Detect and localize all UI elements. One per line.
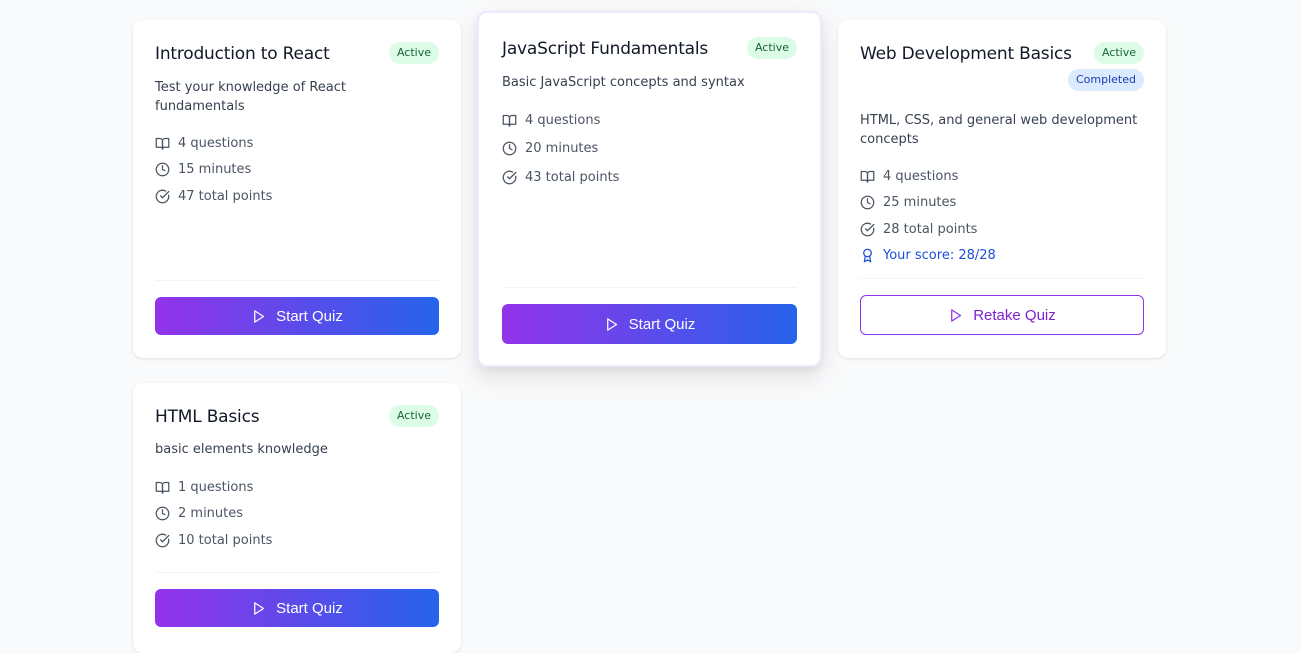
quiz-question-count-text: 4 questions xyxy=(178,135,254,151)
quiz-description: Test your knowledge of React fundamental… xyxy=(155,80,347,114)
quiz-card-footer: Start Quiz xyxy=(155,280,439,335)
quiz-card: JavaScript Fundamentals Active Basic Jav… xyxy=(477,11,822,367)
quiz-card-footer: Start Quiz xyxy=(155,572,439,627)
status-badge: Active xyxy=(388,42,439,64)
quiz-points-text: 10 total points xyxy=(178,532,273,548)
check-circle-icon xyxy=(155,533,170,548)
quiz-description: HTML, CSS, and general web development c… xyxy=(860,113,1138,147)
quiz-badges: Active Completed xyxy=(1068,42,1144,91)
quiz-question-count-text: 1 questions xyxy=(178,479,254,495)
start-quiz-label: Start Quiz xyxy=(276,307,343,325)
quiz-description: Basic JavaScript concepts and syntax xyxy=(502,75,745,90)
check-circle-icon xyxy=(502,170,517,185)
quiz-card-header: Introduction to React Active xyxy=(155,42,439,66)
quiz-badges: Active xyxy=(388,405,439,427)
clock-icon xyxy=(155,162,170,177)
quiz-badges: Active xyxy=(388,42,439,64)
award-icon xyxy=(863,248,872,263)
quiz-duration: 25 minutes xyxy=(860,190,1144,217)
quiz-card: Web Development Basics Active Completed … xyxy=(838,20,1166,358)
quiz-meta-list: 4 questions 25 minutes 28 total points Y… xyxy=(860,163,1144,269)
play-icon xyxy=(254,309,265,323)
quiz-question-count: 4 questions xyxy=(502,106,797,135)
quiz-duration: 2 minutes xyxy=(155,501,439,528)
quiz-card: HTML Basics Active basic elements knowle… xyxy=(133,383,461,653)
quiz-duration-text: 25 minutes xyxy=(883,195,957,211)
quiz-card: Introduction to React Active Test your k… xyxy=(133,20,461,358)
quiz-question-count: 1 questions xyxy=(155,474,439,501)
quiz-points: 47 total points xyxy=(155,183,439,210)
start-quiz-button[interactable]: Start Quiz xyxy=(502,304,797,344)
book-open-icon xyxy=(155,481,170,494)
quiz-meta-list: 1 questions 2 minutes 10 total points xyxy=(155,474,439,554)
quiz-question-count-text: 4 questions xyxy=(883,168,959,184)
check-circle-icon xyxy=(155,189,170,204)
retake-quiz-label: Retake Quiz xyxy=(973,306,1056,324)
quiz-duration: 15 minutes xyxy=(155,157,439,184)
start-quiz-label: Start Quiz xyxy=(628,315,696,333)
quiz-duration: 20 minutes xyxy=(502,135,797,164)
start-quiz-button[interactable]: Start Quiz xyxy=(155,589,439,627)
quiz-question-count: 4 questions xyxy=(155,130,439,157)
quiz-points: 43 total points xyxy=(502,163,797,192)
clock-icon xyxy=(502,141,517,156)
status-badge: Active xyxy=(1093,42,1144,64)
clock-icon xyxy=(155,506,170,521)
quiz-card-header: Web Development Basics Active Completed xyxy=(860,42,1144,112)
quiz-card-header: JavaScript Fundamentals Active xyxy=(502,37,797,61)
quiz-points-text: 43 total points xyxy=(525,169,620,185)
retake-quiz-button[interactable]: Retake Quiz xyxy=(860,295,1144,335)
quiz-badges: Active xyxy=(746,37,797,59)
quiz-points-text: 47 total points xyxy=(178,188,273,204)
quiz-meta-list: 4 questions 20 minutes 43 total points xyxy=(502,106,797,192)
quiz-score: Your score: 28/28 xyxy=(860,243,1144,270)
quiz-card-header: HTML Basics Active xyxy=(155,405,439,429)
book-open-icon xyxy=(155,137,170,150)
quiz-question-count: 4 questions xyxy=(860,163,1144,190)
quiz-meta-list: 4 questions 15 minutes 47 total points xyxy=(155,130,439,210)
quiz-points-text: 28 total points xyxy=(883,221,978,237)
clock-icon xyxy=(860,195,875,210)
completed-badge: Completed xyxy=(1068,69,1144,91)
quiz-duration-text: 2 minutes xyxy=(178,506,244,522)
quiz-question-count-text: 4 questions xyxy=(525,112,601,128)
start-quiz-label: Start Quiz xyxy=(276,599,343,617)
check-circle-icon xyxy=(860,222,875,237)
quiz-score-text: Your score: 28/28 xyxy=(883,248,996,264)
play-icon xyxy=(254,601,265,615)
quiz-points: 28 total points xyxy=(860,216,1144,243)
quiz-points: 10 total points xyxy=(155,527,439,554)
play-icon xyxy=(606,317,617,331)
book-open-icon xyxy=(502,114,517,127)
quiz-description: basic elements knowledge xyxy=(155,442,328,457)
status-badge: Active xyxy=(388,405,439,427)
start-quiz-button[interactable]: Start Quiz xyxy=(155,297,439,335)
status-badge: Active xyxy=(746,37,797,59)
quiz-duration-text: 15 minutes xyxy=(178,162,252,178)
quiz-card-footer: Retake Quiz xyxy=(860,278,1144,335)
play-icon xyxy=(951,308,962,322)
book-open-icon xyxy=(860,170,875,183)
quiz-card-footer: Start Quiz xyxy=(502,287,797,344)
quiz-duration-text: 20 minutes xyxy=(525,141,599,157)
